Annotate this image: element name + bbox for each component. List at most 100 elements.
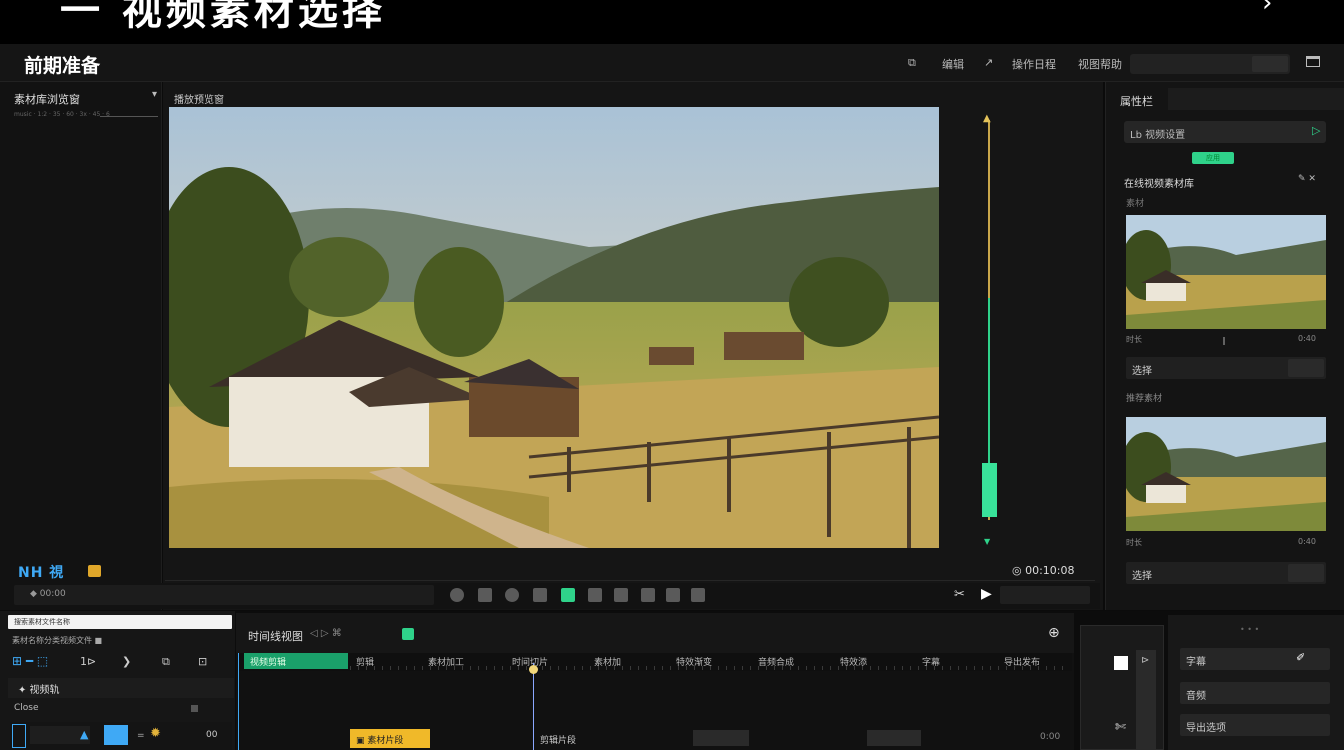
- tool-2[interactable]: ❯: [122, 655, 131, 668]
- info-icon[interactable]: [641, 588, 655, 602]
- export-row-label: 导出选项: [1186, 723, 1226, 734]
- color-swatch[interactable]: [1114, 656, 1128, 670]
- badge-icon[interactable]: [88, 565, 101, 577]
- scrub-time: ◆ 00:00: [30, 589, 66, 599]
- ruler-active-segment[interactable]: 视频剪辑: [244, 653, 348, 669]
- apply-button[interactable]: 应用: [1192, 152, 1234, 164]
- hand-icon[interactable]: [505, 588, 519, 602]
- scrub-bar[interactable]: [14, 585, 434, 605]
- thumb2-duration-label: 时长: [1126, 538, 1142, 547]
- scissors-icon[interactable]: ✄: [1115, 720, 1126, 735]
- clip-time: 0:00: [1040, 732, 1061, 742]
- landscape-thumbnail-image: [1126, 417, 1326, 531]
- chevron-down-icon[interactable]: ▾: [152, 89, 157, 100]
- left-panel-subtitle: music · 1:2 · 35 · 60 · 3x · 45 · 6: [14, 111, 110, 118]
- layout-icon[interactable]: [1306, 56, 1320, 67]
- menu-operations[interactable]: 操作日程: [1012, 56, 1056, 72]
- add-icon[interactable]: ⊕: [1048, 625, 1060, 641]
- section-sub-2: 推荐素材: [1126, 394, 1163, 404]
- play-button[interactable]: ▶: [981, 586, 992, 602]
- video-preview[interactable]: [169, 107, 939, 548]
- volume-field[interactable]: [1000, 586, 1090, 604]
- gear-icon[interactable]: ✹: [150, 726, 161, 741]
- video-track-label: ✦ 视频轨: [18, 685, 60, 696]
- category-label: 素材名称分类视频文件 ■: [12, 636, 103, 645]
- left-panel: [0, 82, 162, 610]
- snap-toggle[interactable]: [402, 628, 414, 640]
- thumb1-duration-label: 时长: [1126, 335, 1142, 344]
- thumb1-pause-icon: ‖: [1222, 336, 1226, 345]
- viewer-divider: [165, 580, 1095, 581]
- left-panel-divider: [100, 116, 158, 117]
- select-row-1-button[interactable]: [1288, 359, 1324, 377]
- track-count: 00: [206, 730, 218, 740]
- mountain-icon[interactable]: ▲: [80, 728, 88, 741]
- tab-properties[interactable]: 属性栏: [1120, 93, 1153, 109]
- tool-4[interactable]: ⊡: [198, 655, 207, 668]
- shape-icon[interactable]: [478, 588, 492, 602]
- select-row-2-button[interactable]: [1288, 564, 1324, 582]
- viewer-label: 播放预览窗: [174, 95, 224, 106]
- video-settings-label: Lb 视频设置: [1130, 130, 1186, 141]
- image-icon[interactable]: [666, 588, 680, 602]
- viewer-tools[interactable]: NH 視: [18, 562, 64, 582]
- more-icon[interactable]: • • •: [1240, 625, 1259, 634]
- timeline-header: [236, 613, 1074, 653]
- level-track-active: [988, 298, 990, 468]
- banner-title: 一 视频素材选择: [60, 0, 386, 34]
- track-tools[interactable]: ⊞ ━ ⬚: [12, 654, 48, 668]
- landscape-thumbnail-image: [1126, 215, 1326, 329]
- play-icon[interactable]: ▷: [1312, 124, 1320, 137]
- tool-3[interactable]: ⧉: [162, 655, 170, 669]
- thumbnail-1[interactable]: [1126, 215, 1326, 329]
- active-tool-icon[interactable]: [561, 588, 575, 602]
- search-button[interactable]: [1252, 56, 1288, 72]
- export-row-label: 音频: [1186, 691, 1206, 702]
- timeline-start-marker: [238, 653, 239, 750]
- playhead[interactable]: [533, 663, 534, 750]
- track-row-2[interactable]: Close: [14, 703, 39, 713]
- record-icon[interactable]: [450, 588, 464, 602]
- timeline-title: 时间线视图: [248, 630, 303, 643]
- pointer-icon[interactable]: ⊳: [1141, 655, 1149, 666]
- playhead-handle[interactable]: [529, 665, 538, 674]
- menu-view-help[interactable]: 视图帮助: [1078, 56, 1122, 72]
- chevron-right-icon[interactable]: ›: [1262, 0, 1272, 18]
- tool-1[interactable]: 1⊳: [80, 655, 96, 668]
- thumb2-duration: 0:40: [1298, 537, 1316, 546]
- section-title: 在线视频素材库: [1124, 179, 1194, 190]
- tab-bar: [1168, 88, 1344, 110]
- countryside-landscape-image: [169, 107, 939, 548]
- arrow-down-icon: ▼: [984, 537, 991, 546]
- ruler-ticks: [350, 666, 1070, 670]
- app-title: 前期准备: [24, 55, 101, 77]
- track-row-2-handle[interactable]: [191, 705, 198, 712]
- mark-icon[interactable]: [533, 588, 547, 602]
- select-row-2-label: 选择: [1132, 571, 1152, 582]
- clip-label[interactable]: 剪辑片段: [540, 733, 576, 746]
- timeline-nav[interactable]: ◁ ▷ ⌘: [310, 628, 342, 639]
- edit-icon[interactable]: ✐: [1296, 651, 1305, 664]
- crop-icon[interactable]: [614, 588, 628, 602]
- track-toggle[interactable]: [104, 725, 128, 745]
- section-actions[interactable]: ✎ ✕: [1298, 174, 1316, 184]
- clip-gray[interactable]: [867, 730, 921, 746]
- menu-edit[interactable]: 编辑: [942, 56, 964, 72]
- settings-icon[interactable]: [691, 588, 705, 602]
- clip-gray[interactable]: [693, 730, 749, 746]
- export-row-label: 字幕: [1186, 657, 1206, 668]
- window-icon[interactable]: ⧉: [908, 56, 916, 70]
- search-field-value: 搜索素材文件名称: [14, 618, 70, 626]
- level-slider-thumb[interactable]: [982, 463, 997, 517]
- clip-yellow[interactable]: ▣ 素材片段: [350, 729, 430, 748]
- share-icon[interactable]: ↗: [984, 56, 993, 69]
- cut-icon[interactable]: ✂: [954, 587, 965, 602]
- viewer-timecode: ◎ 00:10:08: [1012, 564, 1075, 577]
- left-panel-title: 素材库浏览窗: [14, 93, 80, 106]
- section-sub: 素材: [1126, 199, 1145, 209]
- equals-icon: =: [137, 731, 145, 741]
- track-select-box[interactable]: [12, 724, 26, 748]
- thumbnail-2[interactable]: [1126, 417, 1326, 531]
- list-icon[interactable]: [588, 588, 602, 602]
- select-row-1-label: 选择: [1132, 366, 1152, 377]
